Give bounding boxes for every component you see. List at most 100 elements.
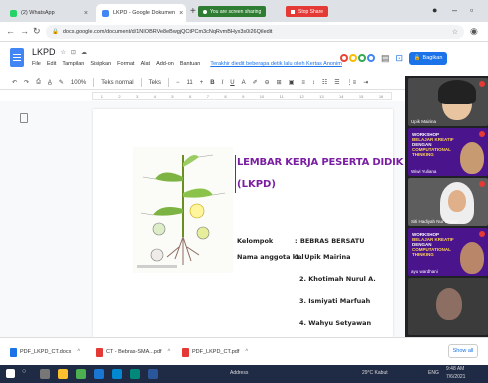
checklist-icon[interactable]: ☷ (322, 79, 327, 86)
cloud-icon: ☁ (80, 49, 87, 56)
show-all-button[interactable]: Show all (448, 344, 478, 358)
file-explorer-icon[interactable] (58, 369, 68, 379)
zoom-select[interactable]: 100% (71, 80, 86, 86)
minimize-button[interactable]: – (452, 5, 457, 15)
download-item[interactable]: CT - Bebras-SMA...pdf ^ (96, 346, 170, 358)
participant-tile[interactable] (408, 278, 488, 335)
account-icon[interactable]: ● (432, 5, 437, 15)
comment-add-icon[interactable]: ⊞ (277, 79, 282, 86)
document-outline-icon[interactable] (20, 113, 28, 123)
line-spacing-icon[interactable]: ↕ (312, 80, 315, 86)
undo-icon[interactable]: ↶ (12, 79, 17, 86)
menu-format[interactable]: Format (117, 61, 134, 67)
bold-button[interactable]: B (210, 80, 214, 86)
windows-start-icon[interactable] (6, 369, 15, 378)
word-app-icon[interactable] (148, 369, 158, 379)
image-icon[interactable]: ▣ (289, 79, 295, 86)
menu-view[interactable]: Tampilan (62, 61, 84, 67)
document-page[interactable]: LEMBAR KERJA PESERTA DIDIK (LKPD) Kelomp… (93, 109, 403, 337)
print-icon[interactable]: ⎙ (36, 79, 41, 86)
menu-insert[interactable]: Sisipkan (90, 61, 111, 67)
store-icon[interactable] (112, 369, 122, 379)
download-item[interactable]: PDF_LKPD_CT.docx ^ (10, 346, 80, 358)
url-input[interactable]: 🔒 docs.google.com/document/d/1NIOBRVe8eB… (46, 25, 464, 39)
font-size-input[interactable]: 11 (186, 80, 192, 86)
stop-share-button[interactable]: Stop Share (286, 6, 329, 17)
clock-date[interactable]: 7/6/2021 (446, 374, 465, 380)
underline-button[interactable]: U (230, 80, 234, 86)
whatsapp-icon (10, 9, 17, 17)
link-icon[interactable]: ⊖ (265, 79, 270, 86)
weather-widget[interactable]: 29°C Kabut (362, 370, 388, 376)
italic-button[interactable]: I (222, 80, 224, 86)
clock-time[interactable]: 9:48 AM (446, 366, 464, 372)
chevron-up-icon[interactable]: ^ (168, 349, 171, 355)
screen-sharing-indicator: You are screen sharing (198, 6, 267, 17)
participant-video (448, 190, 466, 212)
bulleted-list-icon[interactable]: ☰ (334, 79, 339, 86)
highlight-icon[interactable]: ✐ (253, 79, 258, 86)
paint-format-icon[interactable]: ✎ (59, 79, 64, 86)
spellcheck-icon[interactable]: A̲ (48, 80, 52, 86)
menu-file[interactable]: File (32, 61, 41, 67)
menu-addons[interactable]: Add-on (156, 61, 174, 67)
sharing-label: You are screen sharing (210, 8, 262, 15)
language-indicator[interactable]: ENG (428, 370, 439, 376)
workshop-banner: WORKSHOP BELAJAR KREATIF DENGAN COMPUTAT… (412, 132, 454, 157)
docs-logo-icon[interactable] (10, 48, 24, 67)
close-icon[interactable]: × (179, 10, 183, 17)
meet-logo-icon[interactable] (340, 54, 375, 62)
redo-icon[interactable]: ↷ (24, 79, 29, 86)
close-icon[interactable]: × (84, 10, 88, 17)
participant-tile[interactable]: Upik Mairina (408, 78, 488, 126)
participant-tile[interactable]: WORKSHOP BELAJAR KREATIF DENGAN COMPUTAT… (408, 228, 488, 276)
chrome-icon[interactable] (76, 369, 86, 379)
formatting-toolbar: ↶ ↷ ⎙ A̲ ✎ 100% Teks normal Teks − 11 + … (0, 76, 405, 90)
search-icon[interactable]: ○ (22, 368, 26, 375)
bookmark-star-icon[interactable]: ☆ (452, 28, 458, 36)
star-icon[interactable]: ☆ (61, 49, 66, 56)
menu-edit[interactable]: Edit (47, 61, 56, 67)
share-button[interactable]: 🔒 Bagikan (409, 51, 448, 65)
chevron-up-icon[interactable]: ^ (77, 349, 80, 355)
document-title[interactable]: LKPD (32, 47, 56, 57)
move-icon[interactable]: ⊡ (71, 49, 76, 56)
participant-tile[interactable]: WORKSHOP BELAJAR KREATIF DENGAN COMPUTAT… (408, 128, 488, 176)
text-color-button[interactable]: A (242, 80, 246, 86)
forward-arrow-icon[interactable]: → (20, 26, 29, 36)
zoom-app-icon[interactable] (130, 369, 140, 379)
stop-icon (291, 9, 295, 14)
task-view-icon[interactable] (40, 369, 50, 379)
font-size-decrease-button[interactable]: − (176, 80, 180, 86)
style-select[interactable]: Teks normal (101, 80, 133, 86)
tab-whatsapp[interactable]: (2) WhatsApp × (4, 4, 94, 22)
menu-help[interactable]: Bantuan (180, 61, 201, 67)
back-arrow-icon[interactable]: ← (6, 26, 15, 36)
font-select[interactable]: Teks (149, 80, 161, 86)
font-size-increase-button[interactable]: + (200, 80, 204, 86)
address-toolbar[interactable]: Address (230, 370, 248, 376)
participant-name: Siti Hadiyah Nur Ikhsan (411, 219, 459, 224)
numbered-list-icon[interactable]: ⋮≡ (347, 79, 357, 86)
menu-tools[interactable]: Alat (141, 61, 150, 67)
last-edit-link[interactable]: Terakhir diedit beberapa detik lalu oleh… (210, 61, 341, 67)
maximize-button[interactable]: ▫ (470, 5, 473, 15)
participant-tile[interactable]: Siti Hadiyah Nur Ikhsan (408, 178, 488, 226)
download-item[interactable]: PDF_LKPD_CT.pdf ^ (182, 346, 248, 358)
present-icon[interactable]: ⊡ (396, 53, 404, 64)
ruler-mark: 13 (319, 93, 324, 99)
edge-icon[interactable] (94, 369, 104, 379)
ruler[interactable]: 1 2 3 4 5 6 7 8 9 10 11 12 13 14 15 16 (92, 92, 392, 100)
document-canvas: LEMBAR KERJA PESERTA DIDIK (LKPD) Kelomp… (0, 101, 405, 337)
ruler-mark: 2 (118, 93, 121, 99)
tab-google-docs[interactable]: LKPD - Google Dokumen × (96, 4, 186, 22)
profile-icon[interactable]: ◉ (470, 26, 478, 37)
new-tab-button[interactable]: + (190, 6, 196, 17)
chevron-up-icon[interactable]: ^ (245, 349, 248, 355)
ruler-mark: 15 (358, 93, 364, 99)
align-icon[interactable]: ≡ (301, 80, 305, 86)
comment-icon[interactable]: ▤ (381, 53, 390, 64)
docs-header-actions: ▤ ⊡ 🔒 Bagikan (340, 46, 448, 70)
reload-icon[interactable]: ↻ (33, 26, 41, 37)
indent-icon[interactable]: ⇥ (363, 79, 368, 86)
